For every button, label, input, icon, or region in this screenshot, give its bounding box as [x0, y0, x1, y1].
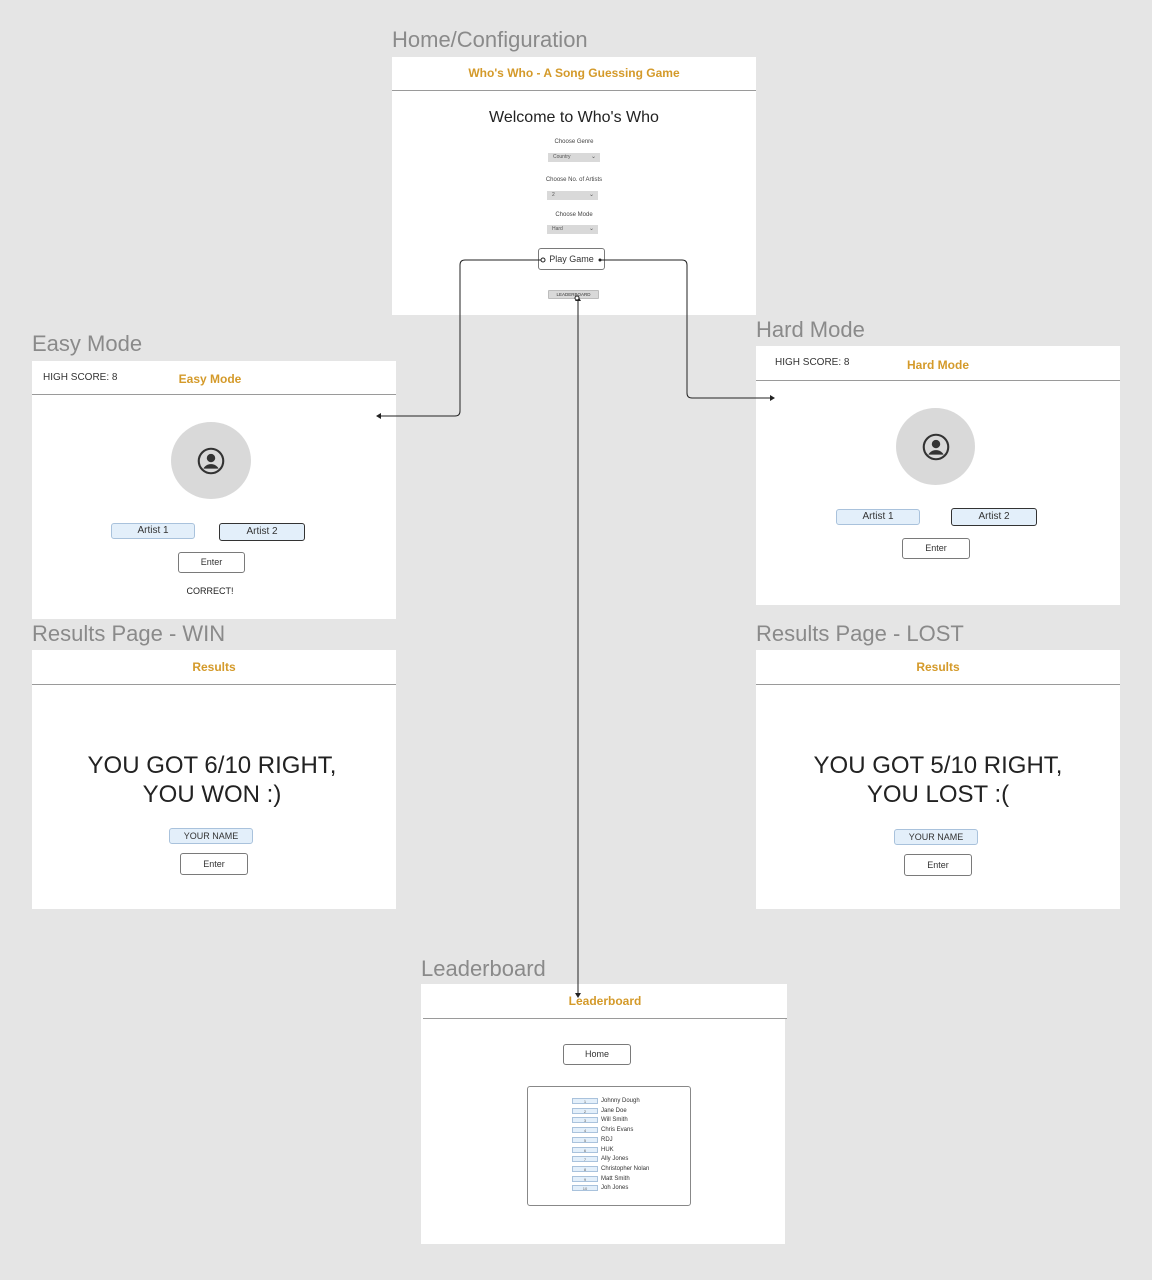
connector-start-dot	[574, 295, 580, 301]
arrow-right-icon	[770, 395, 775, 401]
arrow-left-icon	[376, 413, 381, 419]
connector-to-easy	[378, 259, 543, 417]
connector-to-hard	[600, 259, 773, 399]
arrow-down-icon	[575, 993, 581, 998]
flow-connectors	[376, 257, 775, 998]
connector-start-dot	[540, 257, 546, 263]
connector-start-dot	[598, 258, 602, 262]
